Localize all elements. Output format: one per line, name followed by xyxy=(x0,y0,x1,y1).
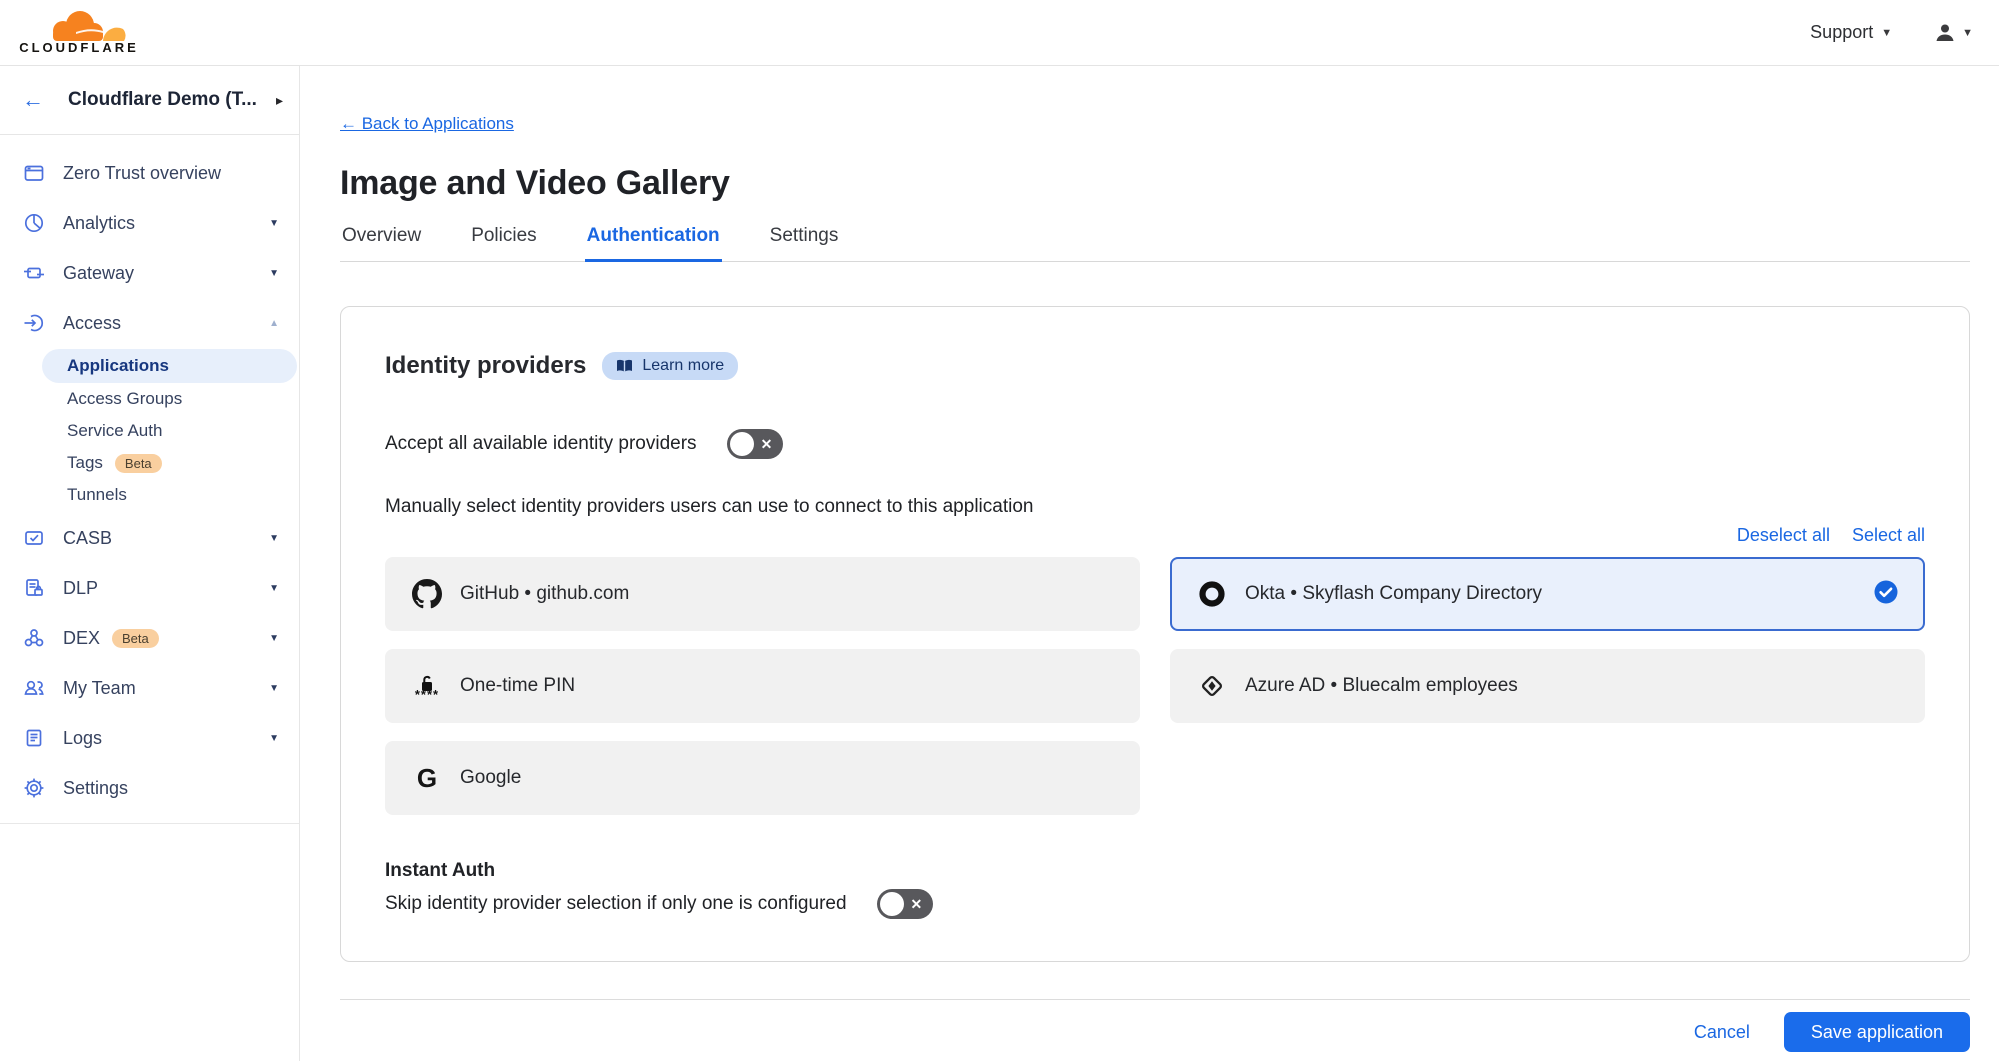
account-switcher: ← Cloudflare Demo (T... ▸ xyxy=(0,66,299,135)
sidebar-item-my-team[interactable]: My Team ▼ xyxy=(0,663,299,713)
tab-settings[interactable]: Settings xyxy=(768,211,841,262)
sidebar-item-tags[interactable]: Tags Beta xyxy=(42,447,297,479)
cloudflare-cloud-icon xyxy=(21,10,137,42)
github-icon xyxy=(411,579,443,609)
sidebar-item-dlp[interactable]: DLP ▼ xyxy=(0,563,299,613)
pin-stars: **** xyxy=(415,692,439,698)
tab-bar: Overview Policies Authentication Setting… xyxy=(340,211,1970,262)
save-application-button[interactable]: Save application xyxy=(1784,1012,1970,1052)
instant-auth-description: Skip identity provider selection if only… xyxy=(385,893,847,915)
cloudflare-logo: CLOUDFLARE xyxy=(16,10,142,55)
account-menu[interactable]: ▼ xyxy=(1934,22,1973,44)
sidebar-divider xyxy=(0,823,299,824)
logs-icon xyxy=(22,727,46,749)
one-time-pin-icon: **** xyxy=(411,675,443,698)
toggle-knob xyxy=(880,892,904,916)
access-icon xyxy=(22,312,46,334)
tab-overview[interactable]: Overview xyxy=(340,211,423,262)
sidebar: ← Cloudflare Demo (T... ▸ Zero Trust ove… xyxy=(0,66,300,1061)
gear-icon xyxy=(22,777,46,799)
provider-tile-okta[interactable]: Okta • Skyflash Company Directory xyxy=(1170,557,1925,631)
sidebar-item-zero-trust-overview[interactable]: Zero Trust overview xyxy=(0,148,299,198)
provider-tile-google[interactable]: G Google xyxy=(385,741,1140,815)
user-avatar-icon xyxy=(1934,22,1956,44)
account-name: Cloudflare Demo (T... xyxy=(68,89,276,111)
sidebar-item-logs[interactable]: Logs ▼ xyxy=(0,713,299,763)
sidebar-item-access-groups[interactable]: Access Groups xyxy=(42,383,297,415)
sidebar-item-applications[interactable]: Applications xyxy=(42,349,297,383)
beta-badge: Beta xyxy=(112,629,159,648)
provider-tile-one-time-pin[interactable]: **** One-time PIN xyxy=(385,649,1140,723)
azure-ad-icon xyxy=(1196,672,1228,700)
chevron-down-icon: ▼ xyxy=(269,633,279,644)
toggle-off-icon: ✕ xyxy=(761,437,773,451)
top-bar: CLOUDFLARE Support ▼ ▼ xyxy=(0,0,1999,66)
provider-tile-github[interactable]: GitHub • github.com xyxy=(385,557,1140,631)
main-content: ← Back to Applications Image and Video G… xyxy=(300,66,1999,1061)
sidebar-item-service-auth[interactable]: Service Auth xyxy=(42,415,297,447)
manual-select-text: Manually select identity providers users… xyxy=(385,495,1925,519)
provider-grid: GitHub • github.com Okta • Skyflash Comp… xyxy=(385,557,1925,815)
footer-actions: Cancel Save application xyxy=(340,999,1970,1052)
dlp-icon xyxy=(22,577,46,599)
provider-tile-azure-ad[interactable]: Azure AD • Bluecalm employees xyxy=(1170,649,1925,723)
chevron-up-icon: ▲ xyxy=(269,318,279,329)
overview-icon xyxy=(22,162,46,184)
chevron-down-icon: ▼ xyxy=(269,583,279,594)
toggle-knob xyxy=(730,432,754,456)
gateway-icon xyxy=(22,262,46,284)
select-all-link[interactable]: Select all xyxy=(1852,525,1925,547)
page-title: Image and Video Gallery xyxy=(340,164,1970,203)
learn-more-button[interactable]: Learn more xyxy=(602,352,738,380)
team-icon xyxy=(22,677,46,699)
chevron-down-icon: ▼ xyxy=(269,268,279,279)
google-icon: G xyxy=(411,765,443,791)
book-icon xyxy=(616,359,633,373)
tab-authentication[interactable]: Authentication xyxy=(585,211,722,262)
selected-check-icon xyxy=(1873,579,1899,610)
accept-all-toggle[interactable]: ✕ xyxy=(727,429,783,459)
support-menu[interactable]: Support ▼ xyxy=(1810,22,1892,43)
accept-all-label: Accept all available identity providers xyxy=(385,433,697,455)
dex-icon xyxy=(22,627,46,649)
chevron-right-icon[interactable]: ▸ xyxy=(276,92,283,109)
sidebar-item-settings[interactable]: Settings xyxy=(0,763,299,813)
sidebar-item-gateway[interactable]: Gateway ▼ xyxy=(0,248,299,298)
chevron-down-icon: ▼ xyxy=(269,533,279,544)
sidebar-item-tunnels[interactable]: Tunnels xyxy=(42,479,297,511)
sidebar-item-access[interactable]: Access ▲ xyxy=(0,298,299,348)
sidebar-item-casb[interactable]: CASB ▼ xyxy=(0,513,299,563)
deselect-all-link[interactable]: Deselect all xyxy=(1737,525,1830,547)
instant-auth-toggle[interactable]: ✕ xyxy=(877,889,933,919)
chevron-down-icon: ▼ xyxy=(269,733,279,744)
chevron-down-icon: ▼ xyxy=(1881,27,1892,39)
casb-icon xyxy=(22,527,46,549)
chevron-down-icon: ▼ xyxy=(269,218,279,229)
chevron-down-icon: ▼ xyxy=(1962,27,1973,39)
tab-policies[interactable]: Policies xyxy=(469,211,538,262)
analytics-icon xyxy=(22,212,46,234)
cancel-button[interactable]: Cancel xyxy=(1694,1022,1750,1043)
card-heading: Identity providers xyxy=(385,352,586,380)
back-to-applications-link[interactable]: ← Back to Applications xyxy=(340,114,514,134)
chevron-down-icon: ▼ xyxy=(269,683,279,694)
sidebar-nav: Zero Trust overview Analytics ▼ xyxy=(0,135,299,824)
back-arrow-icon[interactable]: ← xyxy=(22,89,44,111)
sidebar-item-analytics[interactable]: Analytics ▼ xyxy=(0,198,299,248)
beta-badge: Beta xyxy=(115,454,162,473)
okta-icon xyxy=(1196,580,1228,608)
brand-wordmark: CLOUDFLARE xyxy=(19,40,139,55)
identity-providers-card: Identity providers Learn more Accept all… xyxy=(340,306,1970,962)
access-sub-menu: Applications Access Groups Service Auth … xyxy=(42,349,297,511)
sidebar-item-dex[interactable]: DEX Beta ▼ xyxy=(0,613,299,663)
toggle-off-icon: ✕ xyxy=(911,897,923,911)
instant-auth-heading: Instant Auth xyxy=(385,859,1925,883)
